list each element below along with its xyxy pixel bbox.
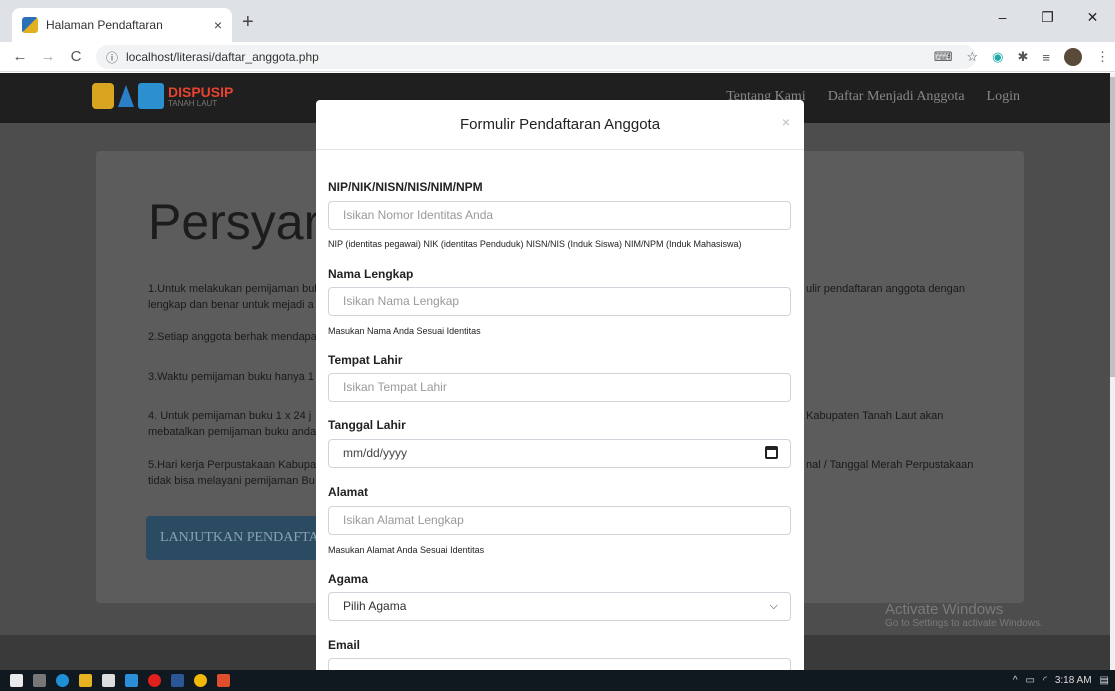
battery-icon[interactable]: ▭: [1026, 675, 1035, 686]
requirement-line-right: ulir pendaftaran anggota dengan: [806, 283, 966, 295]
requirement-line: lengkap dan benar untuk mejadi a: [148, 299, 314, 311]
clock[interactable]: 3:18 AM: [1055, 675, 1092, 686]
back-arrow-icon[interactable]: ←: [12, 48, 28, 65]
word-icon[interactable]: [171, 674, 184, 687]
registration-modal: Formulir Pendaftaran Anggota × NIP/NIK/N…: [316, 100, 804, 670]
new-tab-button[interactable]: +: [242, 12, 254, 32]
url-field[interactable]: ⓘ localhost/literasi/daftar_anggota.php: [96, 45, 976, 69]
requirement-line: 3.Waktu pemijaman buku hanya 1: [148, 371, 314, 383]
birthdate-placeholder: mm/dd/yyyy: [343, 446, 408, 460]
requirement-line: 5.Hari kerja Perpustakaan Kabupa: [148, 459, 317, 471]
birthdate-label: Tanggal Lahir: [328, 418, 406, 432]
birthplace-input[interactable]: Isikan Tempat Lahir: [328, 373, 791, 402]
start-icon[interactable]: [10, 674, 23, 687]
requirement-line-right: Kabupaten Tanah Laut akan: [806, 410, 944, 422]
address-hint: Masukan Alamat Anda Sesuai Identitas: [328, 545, 485, 555]
email-input[interactable]: [328, 658, 791, 670]
puzzle-icon[interactable]: ✱: [1018, 49, 1029, 65]
book-icon: [138, 83, 164, 109]
religion-label: Agama: [328, 572, 369, 586]
modal-header: Formulir Pendaftaran Anggota ×: [316, 100, 804, 150]
requirement-line: mebatalkan pemijaman buku anda: [148, 426, 317, 438]
tab-close-icon[interactable]: ×: [214, 17, 222, 33]
notification-icon[interactable]: ▤: [1100, 675, 1109, 686]
media-icon[interactable]: ≡: [1042, 50, 1050, 65]
extension-icon[interactable]: ◉: [992, 49, 1003, 65]
opera-icon[interactable]: [148, 674, 161, 687]
mail-icon[interactable]: [125, 674, 138, 687]
requirement-line-right: nal / Tanggal Merah Perpustakaan: [806, 459, 974, 471]
tab-title: Halaman Pendaftaran: [46, 18, 163, 32]
windows-taskbar: ^ ▭ ◜ 3:18 AM ▤: [0, 670, 1115, 691]
bookmark-star-icon[interactable]: ☆: [967, 49, 979, 65]
file-explorer-icon[interactable]: [79, 674, 92, 687]
birthplace-label: Tempat Lahir: [328, 353, 403, 367]
reload-icon[interactable]: C: [68, 48, 84, 65]
info-icon[interactable]: ⓘ: [106, 49, 118, 66]
requirement-line: tidak bisa melayani pemijaman Bu: [148, 475, 315, 487]
modal-close-icon[interactable]: ×: [782, 114, 790, 130]
chevron-down-icon: ⌵: [769, 600, 778, 612]
full-name-hint: Masukan Nama Anda Sesuai Identitas: [328, 326, 481, 336]
store-icon[interactable]: [102, 674, 115, 687]
url-text: localhost/literasi/daftar_anggota.php: [126, 50, 319, 64]
favicon-icon: [22, 17, 38, 33]
task-view-icon[interactable]: [33, 674, 46, 687]
browser-tab[interactable]: Halaman Pendaftaran ×: [12, 8, 232, 42]
close-window-button[interactable]: ✕: [1070, 0, 1115, 34]
requirement-line: 2.Setiap anggota berhak mendapa: [148, 331, 317, 343]
extension-toolbar: ⌨ ☆ ◉ ✱ ≡ ⋮: [920, 42, 1109, 72]
calendar-icon[interactable]: [765, 446, 778, 459]
religion-selected-value: Pilih Agama: [343, 599, 407, 613]
chrome-icon[interactable]: [194, 674, 207, 687]
birthdate-input[interactable]: mm/dd/yyyy: [328, 439, 791, 468]
edge-icon[interactable]: [56, 674, 69, 687]
browser-tab-bar: Halaman Pendaftaran × + – ❐ ✕: [0, 0, 1115, 42]
page-scrollbar[interactable]: [1110, 73, 1115, 670]
requirement-line: 4. Untuk pemijaman buku 1 x 24 j: [148, 410, 312, 422]
logo-title: DISPUSIP: [168, 83, 234, 100]
system-tray: ^ ▭ ◜ 3:18 AM ▤: [1013, 670, 1109, 691]
profile-avatar[interactable]: [1064, 48, 1082, 66]
windows-activation-watermark: Activate Windows Go to Settings to activ…: [885, 601, 1043, 629]
address-bar-row: ← → C ⓘ localhost/literasi/daftar_anggot…: [0, 42, 1115, 72]
activate-windows-title: Activate Windows: [885, 601, 1004, 618]
id-label: NIP/NIK/NISN/NIS/NIM/NPM: [328, 180, 483, 194]
translate-icon[interactable]: ⌨: [934, 49, 953, 65]
id-number-input[interactable]: Isikan Nomor Identitas Anda: [328, 201, 791, 230]
flag-icon: [118, 85, 134, 107]
full-name-label: Nama Lengkap: [328, 267, 414, 281]
requirement-line: 1.Untuk melakukan pemijaman buku: [148, 283, 326, 295]
religion-select[interactable]: Pilih Agama ⌵: [328, 592, 791, 621]
nav-link-login[interactable]: Login: [987, 89, 1020, 105]
window-controls: – ❐ ✕: [980, 0, 1115, 34]
address-input[interactable]: Isikan Alamat Lengkap: [328, 506, 791, 535]
minimize-button[interactable]: –: [980, 0, 1025, 34]
scrollbar-thumb[interactable]: [1110, 77, 1115, 377]
forward-arrow-icon[interactable]: →: [40, 48, 56, 65]
wifi-icon[interactable]: ◜: [1043, 675, 1047, 686]
site-logo[interactable]: DISPUSIP TANAH LAUT: [92, 83, 233, 109]
xampp-icon[interactable]: [217, 674, 230, 687]
activate-windows-subtitle: Go to Settings to activate Windows.: [885, 618, 1043, 629]
logo-subtitle: TANAH LAUT: [168, 98, 218, 108]
address-label: Alamat: [328, 485, 369, 499]
nav-link-daftar[interactable]: Daftar Menjadi Anggota: [828, 89, 965, 105]
full-name-input[interactable]: Isikan Nama Lengkap: [328, 287, 791, 316]
email-label: Email: [328, 638, 361, 652]
tray-chevron-icon[interactable]: ^: [1013, 675, 1018, 686]
restore-button[interactable]: ❐: [1025, 0, 1070, 34]
emblem-icon: [92, 83, 114, 109]
menu-kebab-icon[interactable]: ⋮: [1096, 49, 1109, 65]
modal-title: Formulir Pendaftaran Anggota: [459, 116, 661, 133]
id-hint: NIP (identitas pegawai) NIK (identitas P…: [328, 239, 742, 249]
